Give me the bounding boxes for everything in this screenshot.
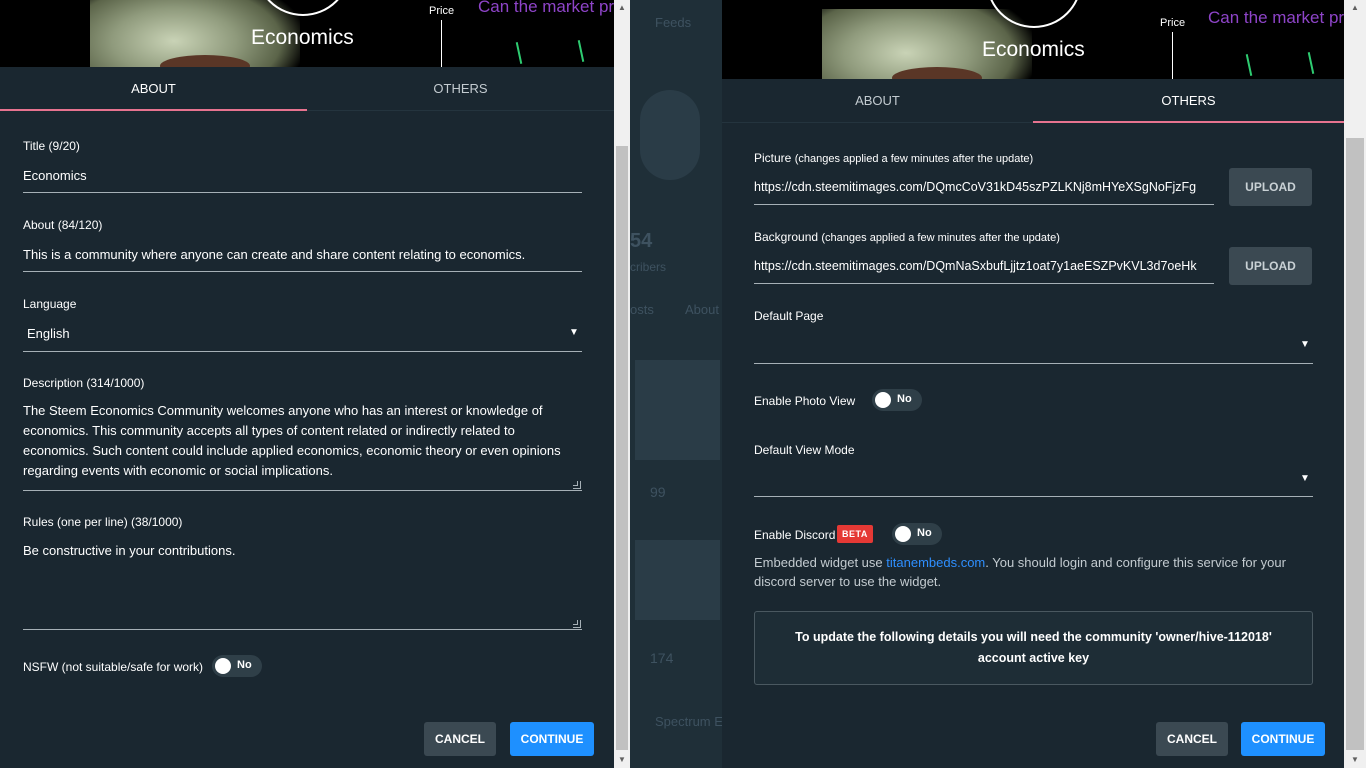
- price-axis-label: Price: [429, 5, 455, 17]
- nsfw-label: NSFW (not suitable/safe for work): [23, 660, 204, 674]
- discord-help-prefix: Embedded widget use: [754, 555, 887, 570]
- titanembeds-link[interactable]: titanembeds.com: [886, 555, 985, 570]
- cancel-button[interactable]: CANCEL: [1156, 722, 1228, 756]
- photo-view-label: Enable Photo View: [754, 394, 856, 408]
- community-name: Economics: [251, 26, 354, 49]
- scrollbar-thumb[interactable]: [616, 146, 628, 750]
- picture-label-note: (changes applied a few minutes after the…: [794, 153, 1034, 165]
- chart-tick: [1245, 54, 1253, 76]
- about-underline: [23, 271, 582, 272]
- default-view-mode-underline: [754, 496, 1313, 497]
- price-axis-line: [1172, 32, 1173, 79]
- dialog-tabs: ABOUT OTHERS: [0, 67, 614, 111]
- page-backdrop: Feeds 54 cribers osts About 99 174 Spect…: [630, 0, 722, 768]
- backdrop-post-image: [635, 540, 720, 620]
- scroll-down-icon[interactable]: ▼: [1344, 752, 1366, 768]
- market-headline-text: Can the market pr: [478, 0, 614, 16]
- toggle-knob: [895, 526, 911, 542]
- chevron-down-icon[interactable]: ▼: [1300, 473, 1310, 484]
- toggle-knob: [875, 392, 891, 408]
- title-label: Title (9/20): [23, 139, 80, 153]
- price-axis-label: Price: [1160, 17, 1186, 29]
- chart-tick: [1307, 52, 1315, 74]
- description-label: Description (314/1000): [23, 376, 145, 390]
- scrollbar-thumb[interactable]: [1346, 138, 1364, 750]
- chevron-down-icon[interactable]: ▼: [1300, 339, 1310, 350]
- language-label: Language: [23, 297, 77, 311]
- tab-others[interactable]: OTHERS: [307, 67, 614, 110]
- discord-toggle[interactable]: No: [892, 523, 942, 545]
- right-scrollbar[interactable]: ▲ ▼: [1344, 0, 1366, 768]
- toggle-state-label: No: [237, 659, 252, 671]
- default-page-underline: [754, 363, 1313, 364]
- dialog-tabs: ABOUT OTHERS: [722, 79, 1344, 123]
- continue-button[interactable]: CONTINUE: [1241, 722, 1325, 756]
- beta-badge: BETA: [837, 525, 873, 543]
- scroll-up-icon[interactable]: ▲: [614, 0, 630, 16]
- rules-underline: [23, 629, 582, 630]
- description-underline: [23, 490, 582, 491]
- resize-handle-icon[interactable]: [573, 481, 581, 489]
- backdrop-vote-count: 99: [650, 484, 666, 500]
- feeds-nav: Feeds: [655, 15, 692, 30]
- description-textarea[interactable]: The Steem Economics Community welcomes a…: [23, 401, 583, 481]
- default-view-mode-label: Default View Mode: [754, 443, 855, 457]
- background-url-input[interactable]: https://cdn.steemitimages.com/DQmNaSxbuf…: [754, 259, 1214, 273]
- title-input[interactable]: Economics: [23, 168, 87, 183]
- scroll-up-icon[interactable]: ▲: [1344, 0, 1366, 16]
- picture-label: Picture (changes applied a few minutes a…: [754, 151, 1033, 165]
- resize-handle-icon[interactable]: [573, 620, 581, 628]
- about-input[interactable]: This is a community where anyone can cre…: [23, 247, 525, 262]
- background-underline: [754, 283, 1214, 284]
- tab-about[interactable]: ABOUT: [722, 79, 1033, 122]
- picture-label-text: Picture: [754, 151, 792, 165]
- language-select[interactable]: English: [27, 326, 70, 341]
- continue-button[interactable]: CONTINUE: [510, 722, 594, 756]
- toggle-state-label: No: [917, 527, 932, 539]
- chart-tick: [577, 40, 585, 62]
- rules-label: Rules (one per line) (38/1000): [23, 515, 183, 529]
- community-banner: Economics Price Can the market pr: [722, 0, 1344, 79]
- backdrop-avatar: [640, 90, 700, 180]
- community-name: Economics: [982, 38, 1085, 61]
- rules-textarea[interactable]: Be constructive in your contributions.: [23, 543, 235, 558]
- about-label: About (84/120): [23, 218, 103, 232]
- background-label-text: Background: [754, 230, 819, 244]
- community-banner: Economics Price Can the market pr: [0, 0, 614, 67]
- price-axis-line: [441, 20, 442, 67]
- background-upload-button[interactable]: UPLOAD: [1229, 247, 1312, 285]
- active-key-notice: To update the following details you will…: [754, 611, 1313, 685]
- toggle-knob: [215, 658, 231, 674]
- background-label: Background (changes applied a few minute…: [754, 230, 1060, 244]
- title-underline: [23, 192, 582, 193]
- backdrop-post-image: [635, 360, 720, 460]
- backdrop-tab-about: About: [685, 302, 719, 317]
- backdrop-vote-count: 174: [650, 650, 674, 666]
- default-page-label: Default Page: [754, 309, 824, 323]
- community-settings-dialog-about: Economics Price Can the market pr ABOUT …: [0, 0, 614, 768]
- subscribers-label: cribers: [630, 260, 667, 274]
- background-label-note: (changes applied a few minutes after the…: [821, 232, 1060, 244]
- tab-others[interactable]: OTHERS: [1033, 79, 1344, 123]
- backdrop-community-label: Spectrum E: [655, 714, 722, 729]
- left-scrollbar[interactable]: ▲ ▼: [614, 0, 630, 768]
- picture-url-input[interactable]: https://cdn.steemitimages.com/DQmcCoV31k…: [754, 180, 1214, 194]
- subscriber-count: 54: [630, 230, 653, 252]
- cancel-button[interactable]: CANCEL: [424, 722, 496, 756]
- nsfw-toggle[interactable]: No: [212, 655, 262, 677]
- chevron-down-icon[interactable]: ▼: [569, 327, 579, 338]
- chart-tick: [515, 42, 523, 64]
- picture-upload-button[interactable]: UPLOAD: [1229, 168, 1312, 206]
- scroll-down-icon[interactable]: ▼: [614, 752, 630, 768]
- discord-label: Enable Discord: [754, 528, 836, 542]
- toggle-state-label: No: [897, 393, 912, 405]
- community-settings-dialog-others: Economics Price Can the market pr ABOUT …: [722, 0, 1344, 768]
- backdrop-tab-posts: osts: [630, 302, 654, 317]
- discord-help-text: Embedded widget use titanembeds.com. You…: [754, 553, 1314, 591]
- picture-underline: [754, 204, 1214, 205]
- tab-about[interactable]: ABOUT: [0, 67, 307, 111]
- market-headline-text: Can the market pr: [1208, 8, 1344, 27]
- language-underline: [23, 351, 582, 352]
- photo-view-toggle[interactable]: No: [872, 389, 922, 411]
